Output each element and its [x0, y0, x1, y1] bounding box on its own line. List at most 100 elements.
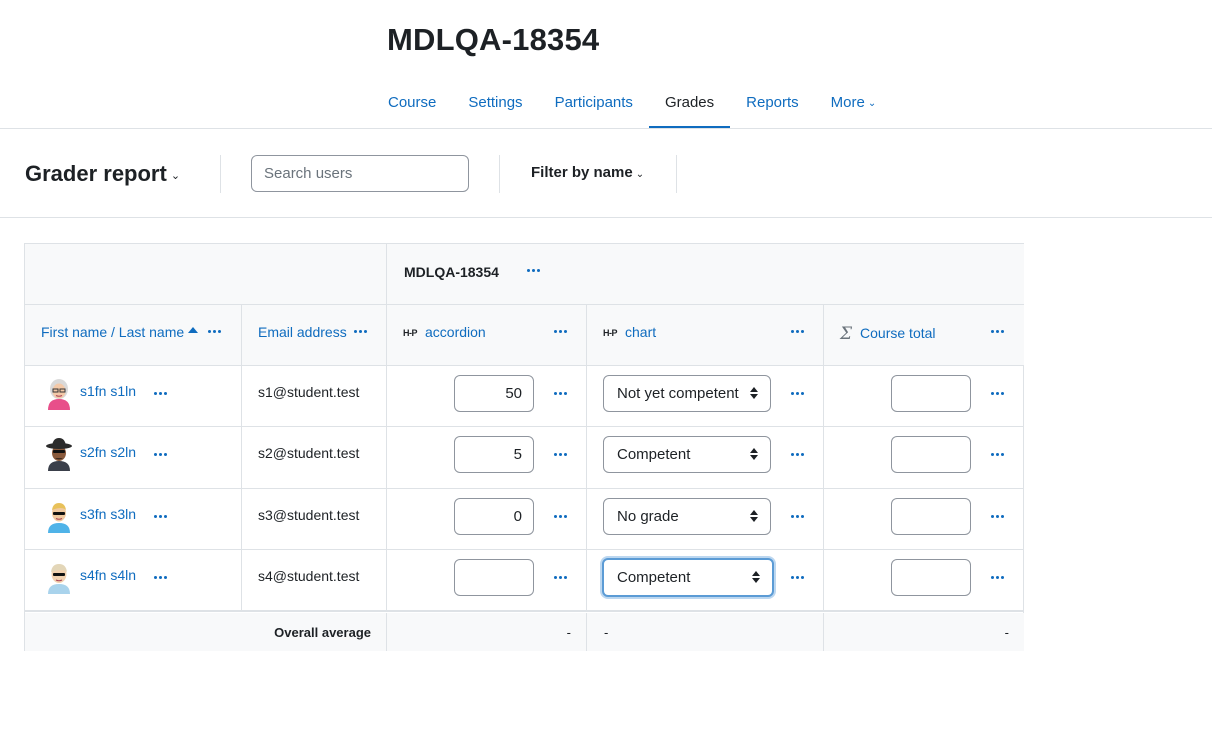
sort-by-name-link[interactable]: First name / Last name [41, 324, 199, 340]
select-arrows-icon [750, 509, 758, 523]
user-actions-menu-icon[interactable] [152, 570, 170, 584]
tab-settings[interactable]: Settings [452, 76, 538, 129]
course-total-cell [824, 366, 1024, 426]
tab-reports-label: Reports [746, 94, 799, 111]
overall-average-value: - [604, 625, 609, 640]
category-actions-menu-icon[interactable] [525, 263, 543, 277]
user-actions-menu-icon[interactable] [152, 509, 170, 523]
cell-actions-menu-icon[interactable] [552, 386, 570, 400]
sort-ascending-icon [188, 327, 199, 333]
accordion-grade-input[interactable] [454, 498, 534, 535]
email-cell: s4@student.test [242, 550, 387, 610]
h5p-icon: H-P [403, 328, 418, 338]
chart-grade-value: No grade [617, 508, 679, 525]
cell-actions-menu-icon[interactable] [789, 570, 807, 584]
accordion-grade-input[interactable] [454, 559, 534, 596]
course-total-header: Σ Course total [840, 324, 936, 344]
tertiary-navigation: Grader report⌄ Filter by name⌄ [25, 155, 725, 193]
user-actions-menu-icon[interactable] [152, 386, 170, 400]
chart-grade-select[interactable]: No grade [603, 498, 771, 535]
course-total-column-menu-icon[interactable] [989, 324, 1007, 338]
avatar[interactable] [44, 438, 74, 471]
chart-column-menu-icon[interactable] [789, 324, 807, 338]
cell-actions-menu-icon[interactable] [552, 570, 570, 584]
table-row: s2fn s2ln s2@student.test Competent [25, 427, 1024, 489]
tab-participants[interactable]: Participants [539, 76, 649, 129]
course-total-input[interactable] [891, 436, 971, 473]
sort-by-email-link[interactable]: Email address [258, 324, 347, 340]
name-column-menu-icon[interactable] [206, 324, 224, 338]
chart-grade-cell: No grade [587, 489, 824, 549]
chart-item-link[interactable]: chart [625, 324, 656, 340]
overall-average-value: - [1004, 625, 1009, 640]
select-arrows-icon [750, 386, 758, 400]
accordion-grade-input[interactable] [454, 375, 534, 412]
cell-actions-menu-icon[interactable] [989, 570, 1007, 584]
accordion-column-menu-icon[interactable] [552, 324, 570, 338]
email-cell: s3@student.test [242, 489, 387, 549]
course-total-input[interactable] [891, 559, 971, 596]
user-name-link[interactable]: s2fn s2ln [80, 444, 136, 460]
tab-more[interactable]: More ⌄ [815, 76, 893, 129]
select-arrows-icon [752, 570, 760, 584]
tab-course[interactable]: Course [372, 76, 452, 129]
user-email: s4@student.test [258, 568, 360, 584]
avatar[interactable] [44, 561, 74, 594]
cell-actions-menu-icon[interactable] [989, 509, 1007, 523]
chart-grade-cell: Competent [587, 427, 824, 488]
search-users-input[interactable] [251, 155, 469, 192]
avatar[interactable] [44, 377, 74, 410]
chart-grade-select[interactable]: Not yet competent [603, 375, 771, 412]
overall-average-total-cell: - [824, 613, 1024, 651]
cell-actions-menu-icon[interactable] [789, 386, 807, 400]
user-name-link[interactable]: s4fn s4ln [80, 567, 136, 583]
user-cell: s2fn s2ln [25, 427, 242, 488]
empty-header-cell [25, 244, 387, 304]
chart-grade-select[interactable]: Competent [603, 436, 771, 473]
cell-actions-menu-icon[interactable] [989, 447, 1007, 461]
accordion-item-link[interactable]: accordion [425, 324, 486, 340]
course-total-input[interactable] [891, 498, 971, 535]
cell-actions-menu-icon[interactable] [789, 447, 807, 461]
page-title: MDLQA-18354 [387, 22, 600, 57]
course-total-input[interactable] [891, 375, 971, 412]
divider [0, 217, 1212, 218]
cell-actions-menu-icon[interactable] [552, 447, 570, 461]
secondary-navigation: Course Settings Participants Grades Repo… [372, 76, 892, 129]
tab-participants-label: Participants [554, 94, 633, 111]
accordion-grade-cell [387, 550, 587, 610]
user-name-link[interactable]: s3fn s3ln [80, 506, 136, 522]
name-header-cell: First name / Last name [25, 305, 242, 365]
user-cell: s3fn s3ln [25, 489, 242, 549]
chevron-down-icon: ⌄ [867, 98, 877, 109]
tab-reports[interactable]: Reports [730, 76, 815, 129]
user-actions-menu-icon[interactable] [152, 447, 170, 461]
email-column-menu-icon[interactable] [352, 324, 370, 338]
accordion-grade-cell [387, 489, 587, 549]
cell-actions-menu-icon[interactable] [552, 509, 570, 523]
h5p-icon: H-P [603, 328, 618, 338]
tab-grades[interactable]: Grades [648, 76, 731, 129]
user-name-link[interactable]: s1fn s1ln [80, 383, 136, 399]
overall-average-accordion-cell: - [387, 613, 587, 651]
course-total-header-cell: Σ Course total [824, 305, 1024, 365]
filter-by-name-button[interactable]: Filter by name ⌄ [531, 164, 644, 181]
divider [0, 128, 1212, 129]
cell-actions-menu-icon[interactable] [789, 509, 807, 523]
accordion-header-cell: H-P accordion [387, 305, 587, 365]
overall-average-row: Overall average - - - [25, 613, 1024, 651]
chart-header: H-P chart [603, 324, 656, 340]
chart-grade-select[interactable]: Competent [602, 558, 774, 597]
user-email: s1@student.test [258, 384, 360, 400]
report-selector[interactable]: Grader report ⌄ [25, 161, 180, 187]
user-email: s3@student.test [258, 507, 360, 523]
course-total-link[interactable]: Course total [860, 325, 935, 341]
email-cell: s1@student.test [242, 366, 387, 426]
accordion-grade-input[interactable] [454, 436, 534, 473]
accordion-grade-cell [387, 427, 587, 488]
table-row: s4fn s4ln s4@student.test Competent [25, 550, 1024, 612]
category-header-row: MDLQA-18354 [25, 244, 1024, 305]
cell-actions-menu-icon[interactable] [989, 386, 1007, 400]
category-header-cell: MDLQA-18354 [387, 244, 1024, 304]
avatar[interactable] [44, 500, 74, 533]
